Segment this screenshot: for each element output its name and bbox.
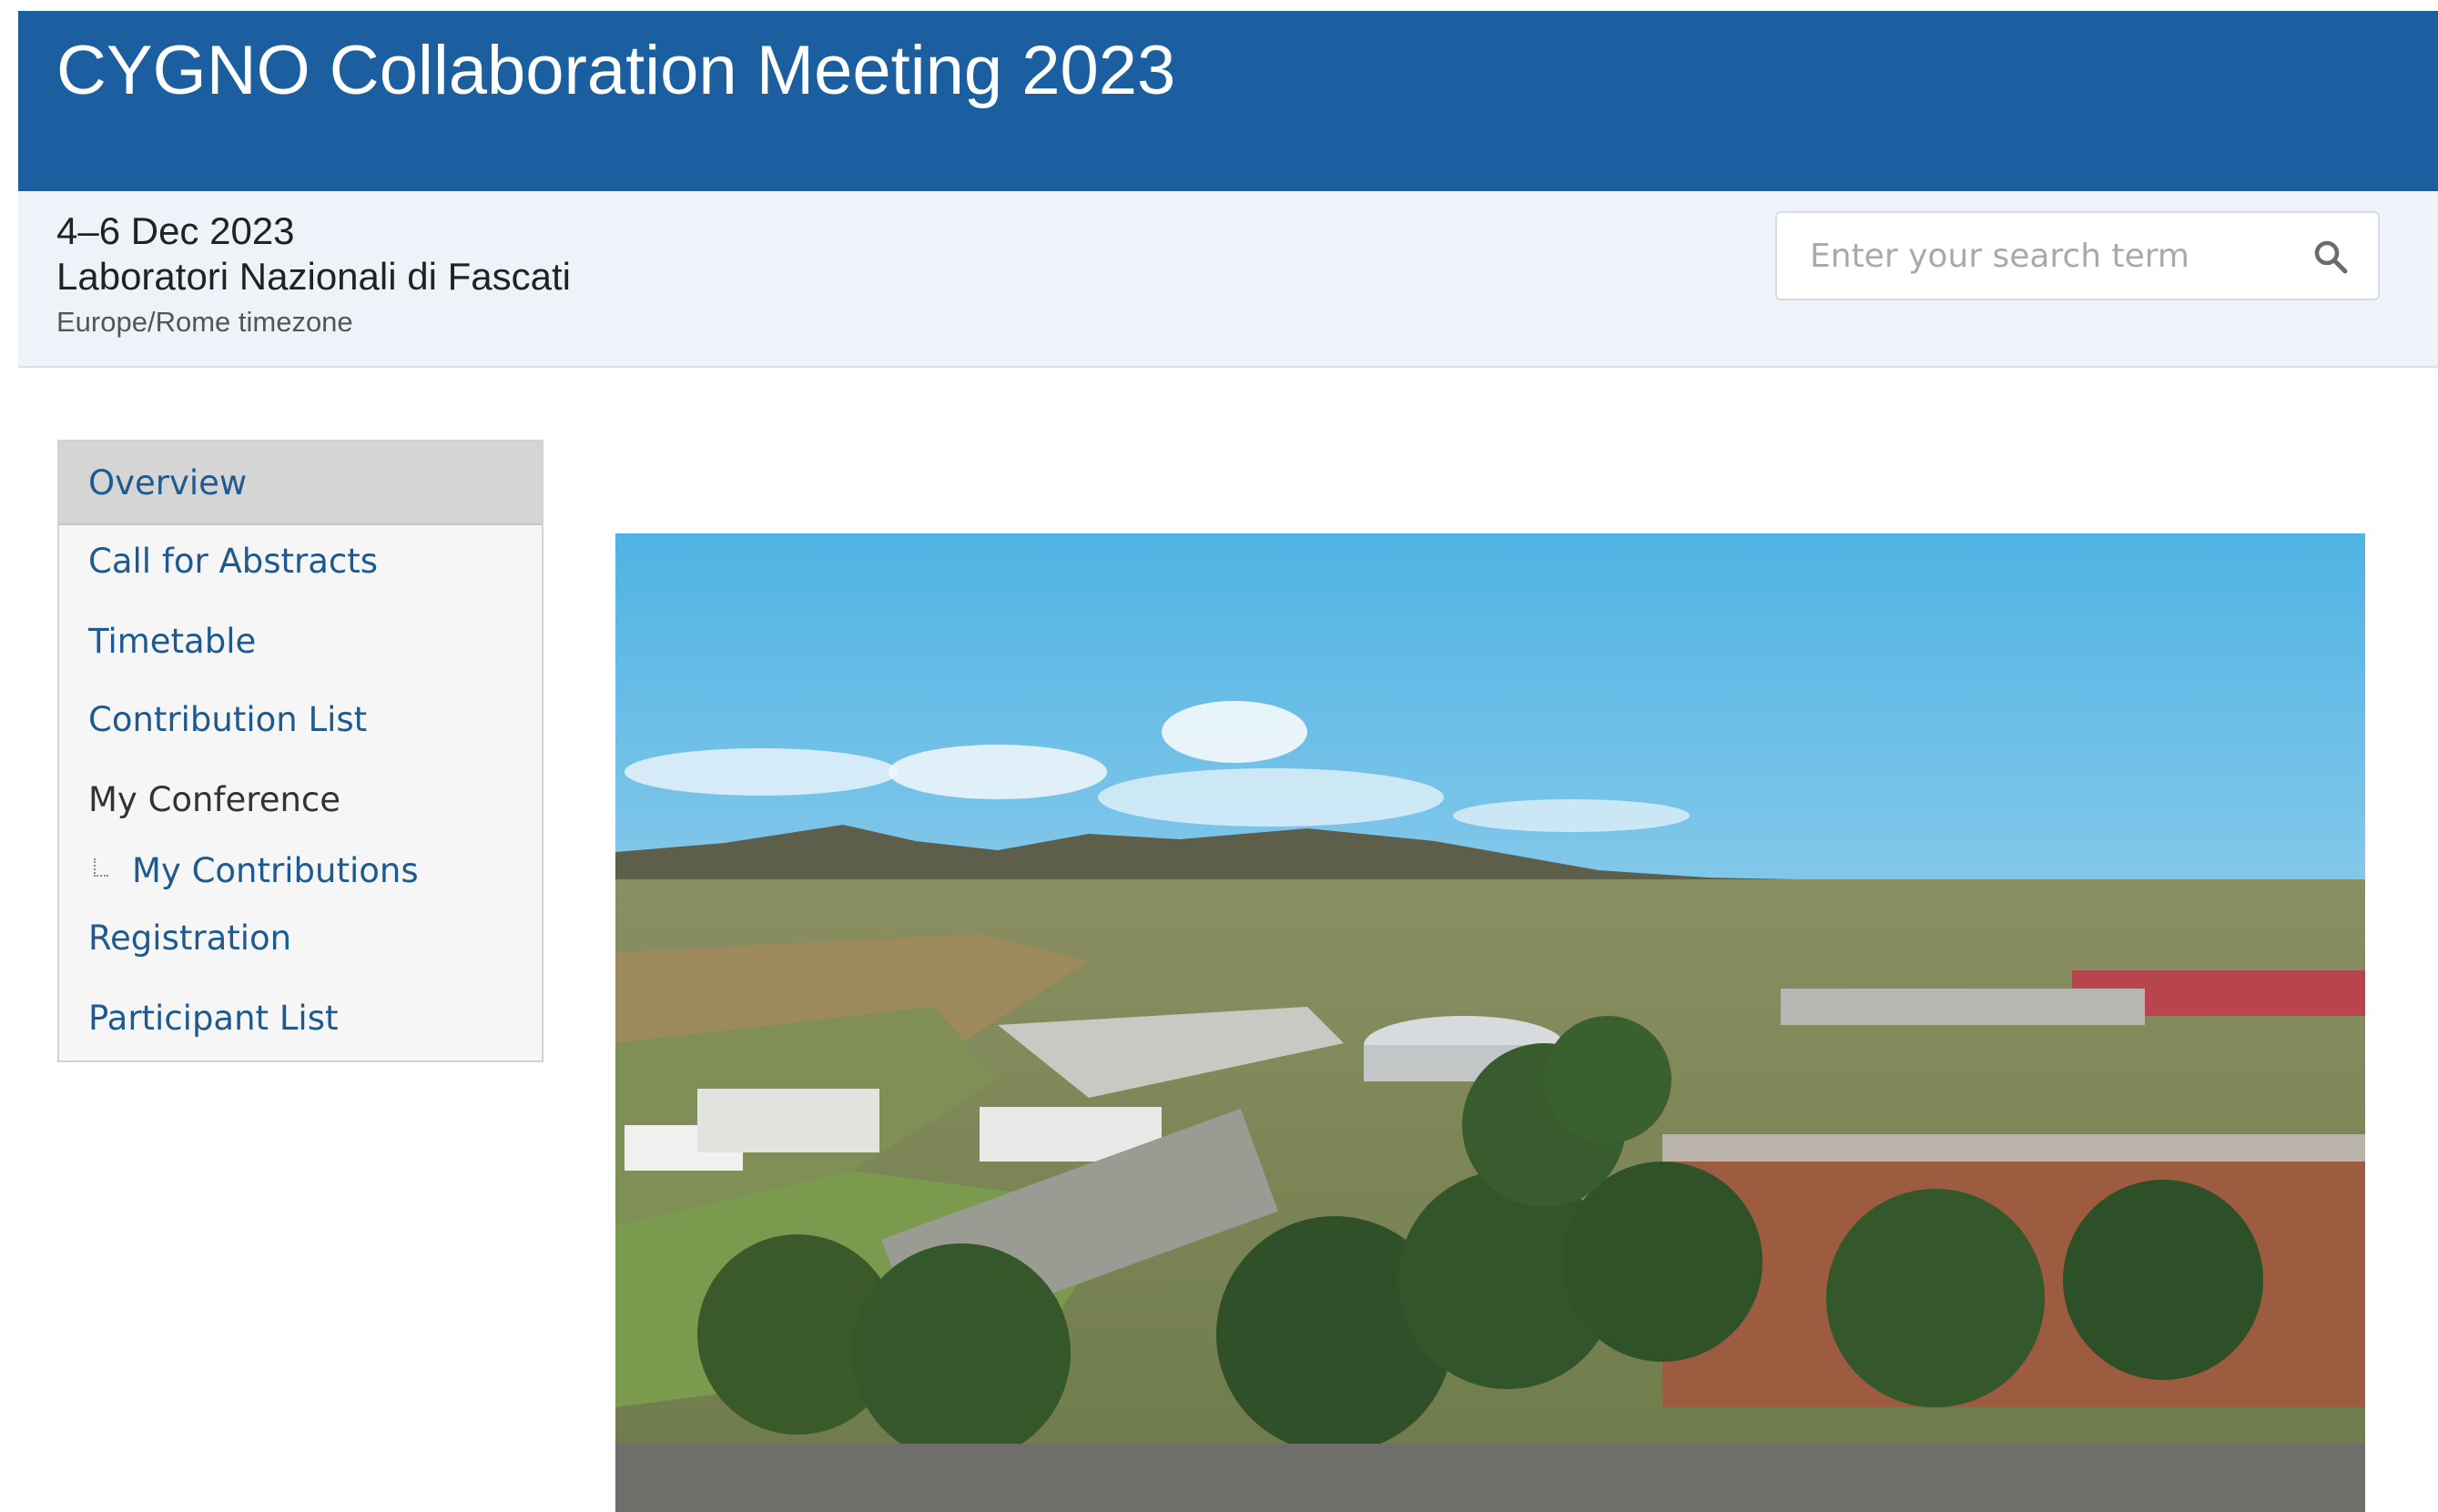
menu-item-registration[interactable]: Registration: [59, 918, 542, 958]
venue-aerial-photo: [615, 533, 2365, 1512]
tree-branch-icon: [94, 858, 108, 877]
event-title[interactable]: CYGNO Collaboration Meeting 2023: [56, 31, 1175, 110]
menu-item-contribution-list[interactable]: Contribution List: [59, 700, 542, 739]
menu-section-my-conference: My Conference: [88, 780, 341, 819]
event-banner: CYGNO Collaboration Meeting 2023: [18, 11, 2438, 191]
search-input[interactable]: [1777, 213, 2320, 299]
menu-item-my-contributions-label: My Contributions: [132, 851, 419, 890]
search-box: [1775, 211, 2380, 300]
event-dates: 4–6 Dec 2023: [56, 209, 295, 252]
menu-item-call-for-abstracts[interactable]: Call for Abstracts: [59, 542, 542, 581]
event-info-bar: 4–6 Dec 2023 Laboratori Nazionali di Fas…: [18, 191, 2438, 368]
menu-item-my-contributions[interactable]: My Contributions: [59, 851, 542, 890]
menu-item-overview[interactable]: Overview: [59, 441, 542, 525]
event-venue: Laboratori Nazionali di Fascati: [56, 255, 571, 298]
search-icon[interactable]: [2312, 238, 2349, 275]
menu-item-timetable[interactable]: Timetable: [59, 622, 542, 661]
menu-item-participant-list[interactable]: Participant List: [59, 999, 542, 1038]
event-timezone: Europe/Rome timezone: [56, 306, 353, 338]
sidebar-menu: Overview Call for Abstracts Timetable Co…: [57, 440, 543, 1062]
